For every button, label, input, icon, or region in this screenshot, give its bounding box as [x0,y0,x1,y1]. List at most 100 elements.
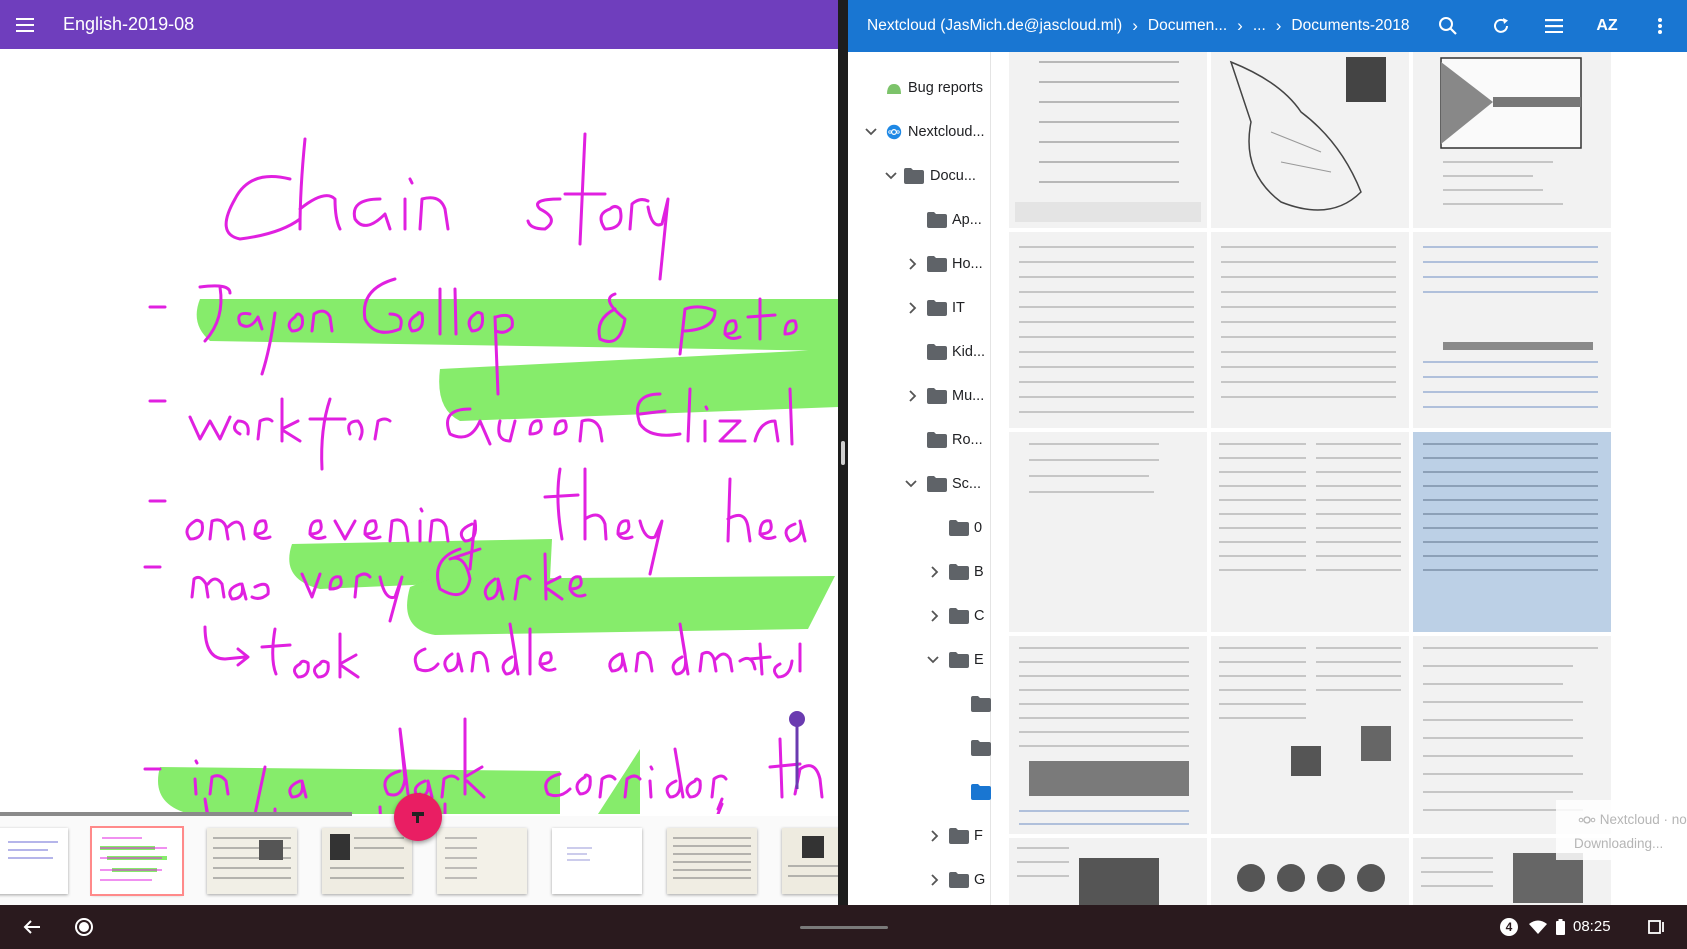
tree-item-documents[interactable]: Docu... [848,154,990,198]
tree-item-folder[interactable]: IT [848,286,990,330]
file-thumbnail[interactable] [1413,432,1611,632]
sort-az-icon[interactable]: AZ [1593,12,1621,40]
chevron-right-icon[interactable] [927,872,943,888]
sort-label: AZ [1596,17,1618,34]
chevron-down-icon[interactable] [863,124,879,140]
page-thumbnail[interactable] [207,828,297,894]
tree-item-folder[interactable]: G [848,858,990,902]
breadcrumb-account[interactable]: Nextcloud (JasMich.de@jascloud.ml) [867,17,1122,35]
tree-item-folder[interactable]: 0 [848,506,990,550]
file-thumbnail[interactable] [1211,636,1409,834]
chevron-right-icon[interactable] [927,828,943,844]
folder-icon [927,344,947,360]
file-thumbnail[interactable] [1211,52,1409,228]
handwriting-canvas[interactable] [0,49,838,859]
tree-item-bug-reports[interactable]: Bug reports [848,66,990,110]
tree-item-folder[interactable]: E [848,638,990,682]
folder-icon [904,168,924,184]
file-thumbnail[interactable] [1413,52,1611,228]
tree-item-label: Sc... [952,476,982,492]
tree-item-folder[interactable]: Kid... [848,330,990,374]
system-navigation-bar: 4 08:25 [0,905,1687,949]
file-thumbnail[interactable] [1009,838,1207,905]
chevron-right-icon[interactable] [905,388,921,404]
back-arrow-icon[interactable] [20,915,44,939]
page-thumbnail[interactable] [322,828,412,894]
folder-tree: Bug reports Nextcloud... Docu... Ap... H… [848,52,991,905]
tree-item-folder-selected[interactable] [848,770,991,814]
notification-app: Nextcloud · no [1599,812,1687,827]
page-thumbnail[interactable] [667,828,757,894]
file-thumbnail[interactable] [1009,636,1207,834]
wifi-icon [1527,915,1549,939]
pen-tool-button[interactable] [394,793,442,841]
page-thumbnail[interactable] [0,828,68,894]
tree-item-label: Docu... [930,168,976,184]
tree-item-folder[interactable]: Ap... [848,198,990,242]
tree-item-folder[interactable]: Ho... [848,242,990,286]
tree-item-label: Ap... [952,212,982,228]
status-clock: 08:25 [1573,918,1611,935]
chevron-right-icon[interactable] [927,564,943,580]
nextcloud-icon [1578,816,1596,825]
page-thumbnail[interactable] [552,828,642,894]
file-thumbnail[interactable] [1211,838,1409,905]
gesture-handle[interactable] [800,926,888,929]
file-thumbnail[interactable] [1211,232,1409,428]
file-thumbnail[interactable] [1009,432,1207,632]
notes-toolbar: English-2019-08 [0,0,838,49]
overview-icon[interactable] [1645,915,1669,939]
folder-icon [927,256,947,272]
chevron-right-icon[interactable] [927,608,943,624]
tree-item-folder[interactable]: Ro... [848,418,990,462]
download-notification[interactable]: Nextcloud · no Downloading... [1556,800,1687,860]
file-thumbnail[interactable] [1413,232,1611,428]
folder-icon [927,388,947,404]
chevron-right-icon[interactable] [905,256,921,272]
handwriting-layer [143,132,838,859]
android-icon [887,84,901,94]
tree-item-nextcloud[interactable]: Nextcloud... [848,110,990,154]
breadcrumb-current[interactable]: Documents-2018 [1291,17,1409,35]
ink-strokes [143,132,824,859]
chevron-right-icon: › [1237,16,1243,35]
tree-item-folder[interactable] [848,726,991,770]
chevron-down-icon[interactable] [925,652,941,668]
more-vert-icon[interactable] [1646,12,1674,40]
chevron-down-icon[interactable] [883,168,899,184]
tree-item-folder[interactable] [848,682,991,726]
chevron-right-icon: › [1275,16,1282,35]
tree-item-label: Bug reports [908,80,983,96]
chevron-right-icon[interactable] [905,300,921,316]
refresh-icon[interactable] [1487,12,1515,40]
folder-icon [949,520,969,536]
divider-handle[interactable] [841,441,845,465]
file-thumbnail[interactable] [1211,432,1409,632]
folder-icon [971,784,991,800]
tree-item-label: IT [952,300,965,316]
tree-item-folder[interactable]: F [848,814,990,858]
file-thumbnail[interactable] [1009,232,1207,428]
home-circle-icon[interactable] [72,915,96,939]
breadcrumb-ellipsis[interactable]: ... [1253,17,1266,35]
tree-item-label: B [974,564,984,580]
page-thumbnail[interactable] [437,828,527,894]
tree-item-label: 0 [974,520,983,536]
folder-icon [971,696,991,712]
notification-count-badge[interactable]: 4 [1498,915,1520,939]
notebook-title: English-2019-08 [63,14,195,34]
tree-item-folder[interactable]: C [848,594,990,638]
nextcloud-icon [886,124,902,140]
file-thumbnail[interactable] [1009,52,1207,228]
page-thumbnail[interactable] [782,828,838,894]
folder-icon [971,740,991,756]
breadcrumb-documents[interactable]: Documen... [1148,17,1227,35]
chevron-down-icon[interactable] [903,476,919,492]
tree-item-folder[interactable]: B [848,550,990,594]
list-view-icon[interactable] [1540,12,1568,40]
tree-item-folder[interactable]: Sc... [848,462,990,506]
page-thumbnail-active[interactable] [90,826,184,896]
hamburger-menu-icon[interactable] [0,0,50,49]
search-icon[interactable] [1434,12,1462,40]
tree-item-folder[interactable]: Mu... [848,374,990,418]
